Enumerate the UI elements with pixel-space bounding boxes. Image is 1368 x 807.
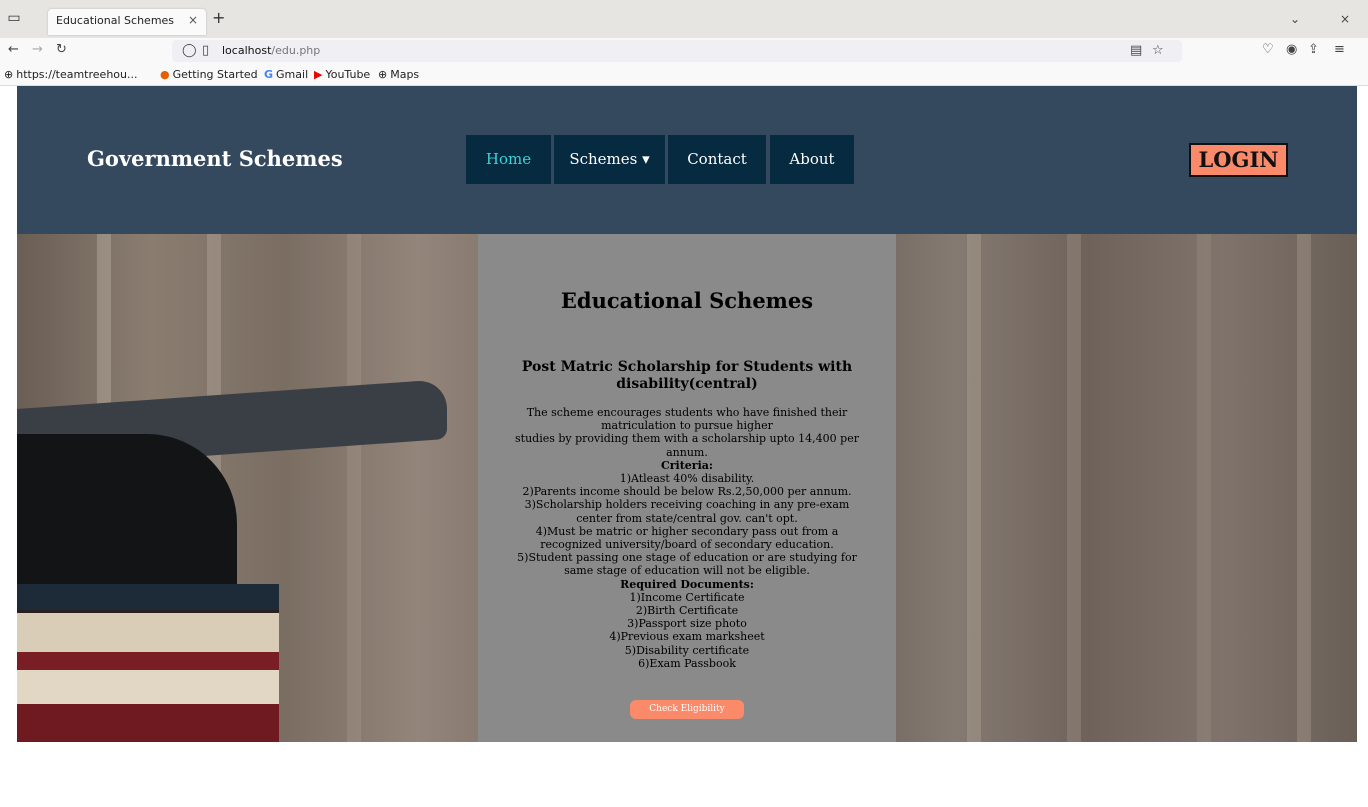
bookmark-item[interactable]: ● Getting Started — [160, 68, 258, 81]
window-close-icon[interactable]: × — [1340, 12, 1350, 26]
document-item: 2)Birth Certificate — [635, 604, 739, 618]
firefox-icon: ● — [160, 68, 170, 81]
book — [17, 670, 279, 704]
nav-home[interactable]: Home — [466, 135, 551, 184]
book — [17, 610, 279, 652]
tab-close-icon[interactable]: × — [188, 13, 198, 27]
login-button[interactable]: LOGIN — [1189, 143, 1288, 177]
new-tab-icon[interactable]: + — [212, 10, 225, 26]
document-item: 4)Previous exam marksheet — [609, 630, 765, 644]
bookshelf-decoration — [967, 234, 981, 742]
menu-icon[interactable]: ≡ — [1334, 42, 1345, 58]
share-icon[interactable]: ⇪ — [1308, 42, 1319, 58]
bookmark-item[interactable]: ▶ YouTube — [314, 68, 370, 81]
page-title: Educational Schemes — [560, 288, 814, 313]
tab-list-icon[interactable]: ⌄ — [1290, 12, 1300, 26]
nav-schemes-dropdown[interactable]: Schemes ▾ — [554, 135, 665, 184]
site-header: Government Schemes Home Schemes ▾ Contac… — [17, 86, 1357, 234]
criteria-item: 2)Parents income should be below Rs.2,50… — [522, 485, 852, 499]
page-icon: ▯ — [202, 43, 210, 58]
tab-title: Educational Schemes — [56, 14, 175, 27]
documents-heading: Required Documents: — [620, 577, 754, 591]
book — [17, 584, 279, 610]
url-bar[interactable]: ◯ ▯ localhost/edu.php ▤ ☆ — [172, 40, 1182, 62]
browser-tab-bar: ▭ Educational Schemes × + ⌄ × — [0, 0, 1368, 38]
check-eligibility-button[interactable]: Check Eligibility — [630, 700, 744, 719]
criteria-item: 3)Scholarship holders receiving coaching… — [524, 498, 850, 525]
description-line: The scheme encourages students who have … — [526, 406, 848, 433]
book — [17, 652, 279, 670]
criteria-item: 1)Atleast 40% disability. — [619, 472, 755, 486]
bookshelf-decoration — [1297, 234, 1311, 742]
bookshelf-decoration — [1067, 234, 1081, 742]
browser-tab[interactable]: Educational Schemes × — [48, 9, 206, 35]
globe-icon: ⊕ — [4, 68, 14, 81]
bookshelf-decoration — [1197, 234, 1211, 742]
bookmark-item[interactable]: ⊕ Maps — [378, 68, 419, 81]
bookmark-item[interactable]: ⊕ https://teamtreehou... — [4, 68, 137, 81]
bookmarks-bar: ⊕ https://teamtreehou... ● Getting Started… — [0, 64, 1368, 86]
criteria-item: 4)Must be matric or higher secondary pas… — [535, 524, 839, 552]
shield-icon[interactable]: ◯ — [182, 43, 197, 59]
nav-contact[interactable]: Contact — [668, 135, 766, 184]
google-icon: G — [264, 68, 274, 81]
scheme-card: Educational Schemes Post Matric Scholars… — [478, 234, 896, 742]
globe-icon: ⊕ — [378, 68, 388, 81]
pocket-icon[interactable]: ♡ — [1262, 42, 1274, 58]
book — [17, 704, 279, 742]
criteria-heading: Criteria: — [661, 458, 713, 472]
criteria-item: 5)Student passing one stage of education… — [517, 551, 857, 578]
scheme-title: Post Matric Scholarship for Students wit… — [521, 359, 853, 392]
back-icon[interactable]: ← — [8, 42, 19, 58]
document-item: 3)Passport size photo — [627, 617, 747, 631]
document-item: 5)Disability certificate — [624, 643, 750, 657]
bookmark-star-icon[interactable]: ☆ — [1152, 43, 1164, 59]
document-item: 6)Exam Passbook — [638, 656, 736, 670]
document-item: 1)Income Certificate — [629, 590, 745, 604]
youtube-icon: ▶ — [314, 68, 323, 81]
url-text[interactable]: localhost/edu.php — [222, 44, 320, 57]
forward-icon[interactable]: → — [32, 42, 43, 58]
browser-nav-bar: ← → ↻ ◯ ▯ localhost/edu.php ▤ ☆ ♡ ◉ ⇪ ≡ — [0, 38, 1368, 64]
site-brand[interactable]: Government Schemes — [87, 146, 343, 171]
scheme-details: The scheme encourages students who have … — [514, 406, 860, 670]
description-line: studies by providing them with a scholar… — [515, 432, 859, 459]
reload-icon[interactable]: ↻ — [56, 42, 67, 58]
bookmark-item[interactable]: G Gmail — [264, 68, 308, 81]
bookshelf-decoration — [347, 234, 361, 742]
reader-view-icon[interactable]: ▤ — [1130, 43, 1142, 59]
account-icon[interactable]: ◉ — [1286, 42, 1297, 58]
tab-overview-icon[interactable]: ▭ — [6, 10, 22, 26]
nav-about[interactable]: About — [770, 135, 854, 184]
graduation-cap-body — [17, 434, 237, 604]
